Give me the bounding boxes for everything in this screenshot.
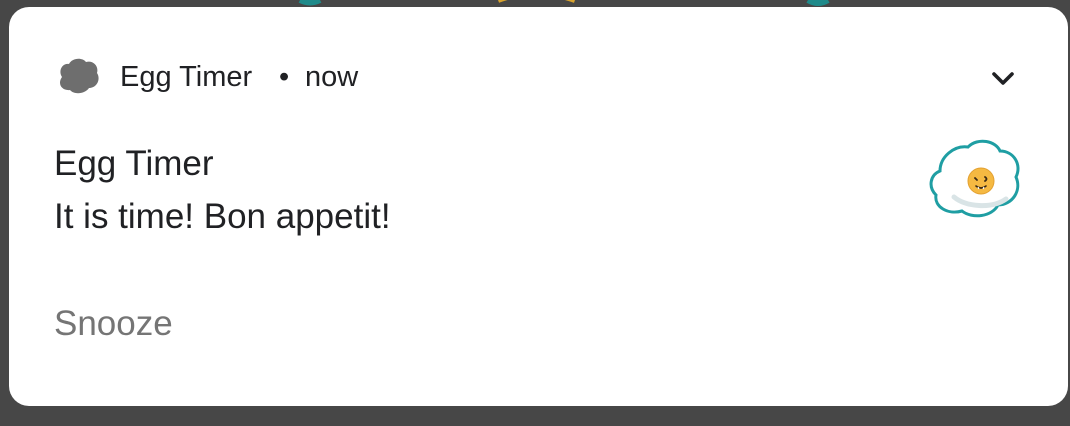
notification-card[interactable]: Egg Timer • now Egg Timer It is time! Bo… bbox=[9, 7, 1068, 406]
notification-time: now bbox=[305, 61, 359, 93]
chevron-down-icon[interactable] bbox=[987, 63, 1019, 95]
header-separator: • bbox=[279, 61, 290, 93]
notification-text: It is time! Bon appetit! bbox=[54, 197, 391, 236]
fried-egg-icon bbox=[929, 139, 1020, 218]
notification-title: Egg Timer bbox=[54, 144, 214, 183]
cooking-egg-icon bbox=[59, 58, 99, 94]
snooze-button[interactable]: Snooze bbox=[54, 304, 173, 344]
notification-header: Egg Timer • now bbox=[9, 7, 1068, 147]
app-name: Egg Timer bbox=[120, 61, 253, 93]
